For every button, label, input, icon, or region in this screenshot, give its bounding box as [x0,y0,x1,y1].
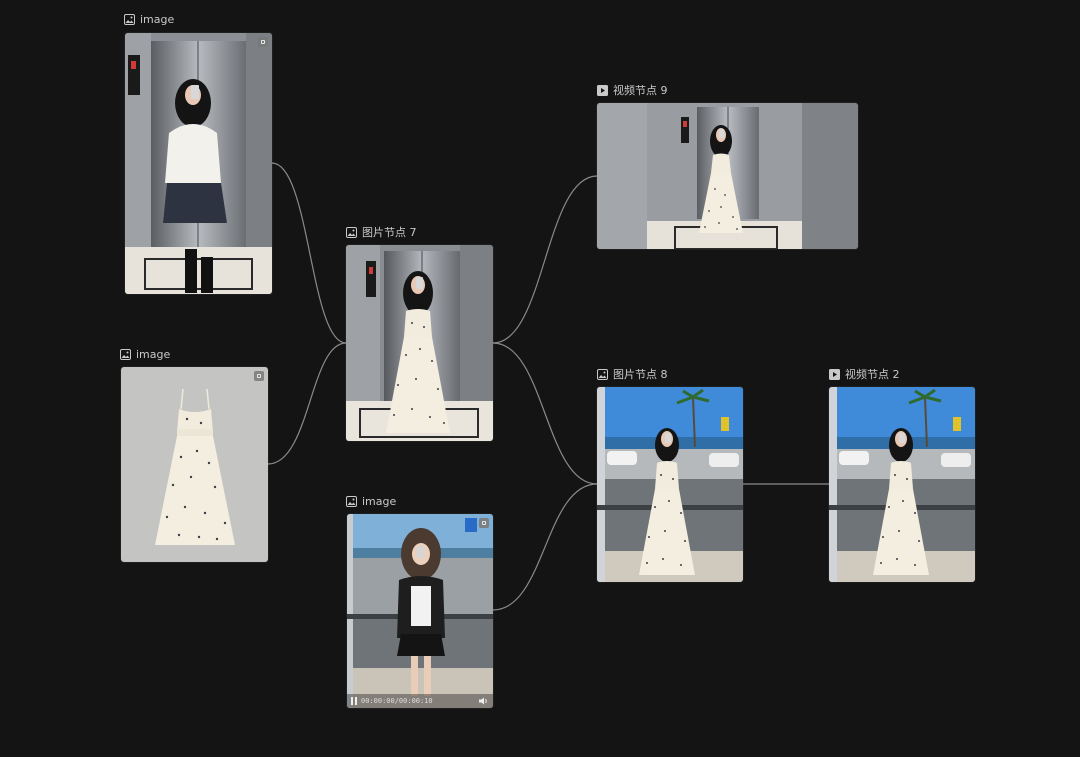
image-icon [346,227,357,238]
node-thumbnail[interactable]: 00:00:00/00:00:10 [347,514,493,708]
dress-photo [121,367,268,562]
elevator-video-frame [597,103,858,249]
edge-node7-to-node9 [492,175,598,344]
node-title: 图片节点 7 [362,226,417,239]
expand-icon[interactable] [258,37,268,47]
node-header[interactable]: 图片节点 7 [346,226,417,239]
image-icon [124,14,135,25]
node-title: 图片节点 8 [613,368,668,381]
node-thumbnail[interactable] [346,245,493,441]
expand-icon[interactable] [254,371,264,381]
node-header[interactable]: image [120,348,170,361]
video-icon [829,369,840,380]
node-title: image [136,348,171,361]
node-thumbnail[interactable] [597,103,858,249]
node-thumbnail[interactable] [597,387,743,582]
node-thumbnail[interactable] [121,367,268,562]
node-thumbnail[interactable] [829,387,975,582]
node-title: image [362,495,397,508]
edge-image-top-to-node7 [271,162,347,344]
video-timestamp: 00:00:00/00:00:10 [361,697,433,705]
expand-icon[interactable] [479,518,489,528]
node-title: image [140,13,175,26]
node-header[interactable]: 视频节点 9 [597,84,668,97]
elevator-photo [125,33,272,294]
seaside-dress-photo [597,387,743,582]
node-thumbnail[interactable] [125,33,272,294]
node-title: 视频节点 9 [613,84,668,97]
node-title: 视频节点 2 [845,368,900,381]
seaside-dress-video-frame [829,387,975,582]
node-header[interactable]: image [346,495,396,508]
node-header[interactable]: 图片节点 8 [597,368,668,381]
node-header[interactable]: image [124,13,174,26]
edge-node7-to-node8 [492,342,598,485]
edge-image-dress-to-node7 [267,342,347,465]
image-icon [597,369,608,380]
node-canvas[interactable]: image image image 00:00:00/00:00:10 图片节点… [0,0,1080,757]
seaside-video-frame [347,514,493,708]
image-icon [120,349,131,360]
edge-image-bottom-to-node8 [492,483,598,611]
image-icon [346,496,357,507]
video-icon [597,85,608,96]
elevator-dress-photo [346,245,493,441]
video-controls: 00:00:00/00:00:10 [347,694,493,708]
volume-icon[interactable] [479,697,489,705]
pause-icon[interactable] [351,697,357,705]
node-header[interactable]: 视频节点 2 [829,368,900,381]
